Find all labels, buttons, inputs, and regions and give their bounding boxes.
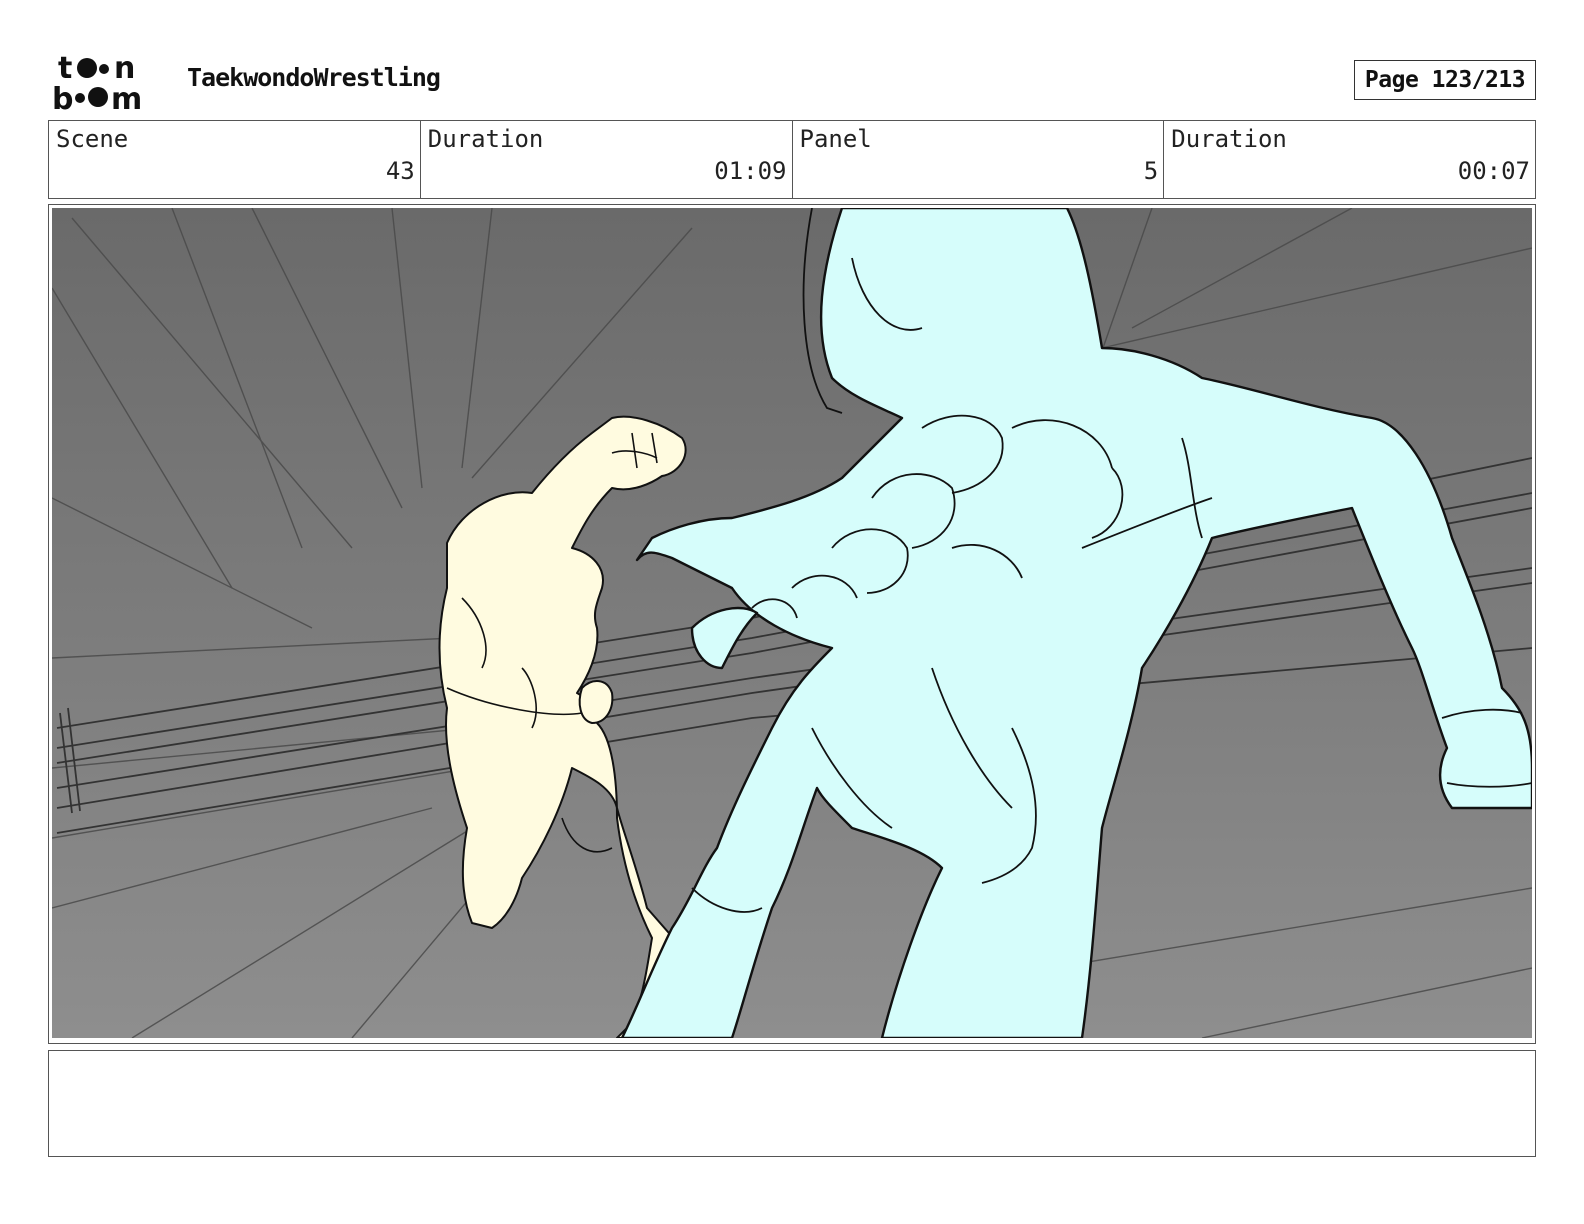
scene-value: 43 [385, 157, 415, 185]
svg-text:b: b [52, 82, 73, 112]
scene-duration-cell: Duration 01:09 [421, 121, 793, 198]
panel-duration-label: Duration [1171, 125, 1287, 153]
panel-info-bar: Scene 43 Duration 01:09 Panel 5 Duration… [48, 120, 1536, 199]
scene-cell: Scene 43 [49, 121, 421, 198]
panel-duration-cell: Duration 00:07 [1164, 121, 1535, 198]
scene-duration-value: 01:09 [714, 157, 787, 185]
storyboard-panel-drawing [52, 208, 1532, 1038]
project-title: TaekwondoWrestling [187, 63, 441, 92]
svg-text:m: m [111, 82, 142, 112]
svg-text:n: n [114, 51, 135, 86]
panel-cell: Panel 5 [793, 121, 1165, 198]
panel-label: Panel [799, 125, 872, 153]
panel-notes-box [48, 1050, 1536, 1157]
scene-duration-label: Duration [427, 125, 544, 153]
scene-label: Scene [56, 125, 129, 153]
svg-text:t: t [58, 51, 72, 86]
toon-boom-logo: t n b m [52, 51, 142, 112]
panel-duration-value: 00:07 [1457, 157, 1530, 185]
page-number: Page 123/213 [1354, 60, 1536, 100]
panel-value: 5 [1143, 157, 1159, 185]
